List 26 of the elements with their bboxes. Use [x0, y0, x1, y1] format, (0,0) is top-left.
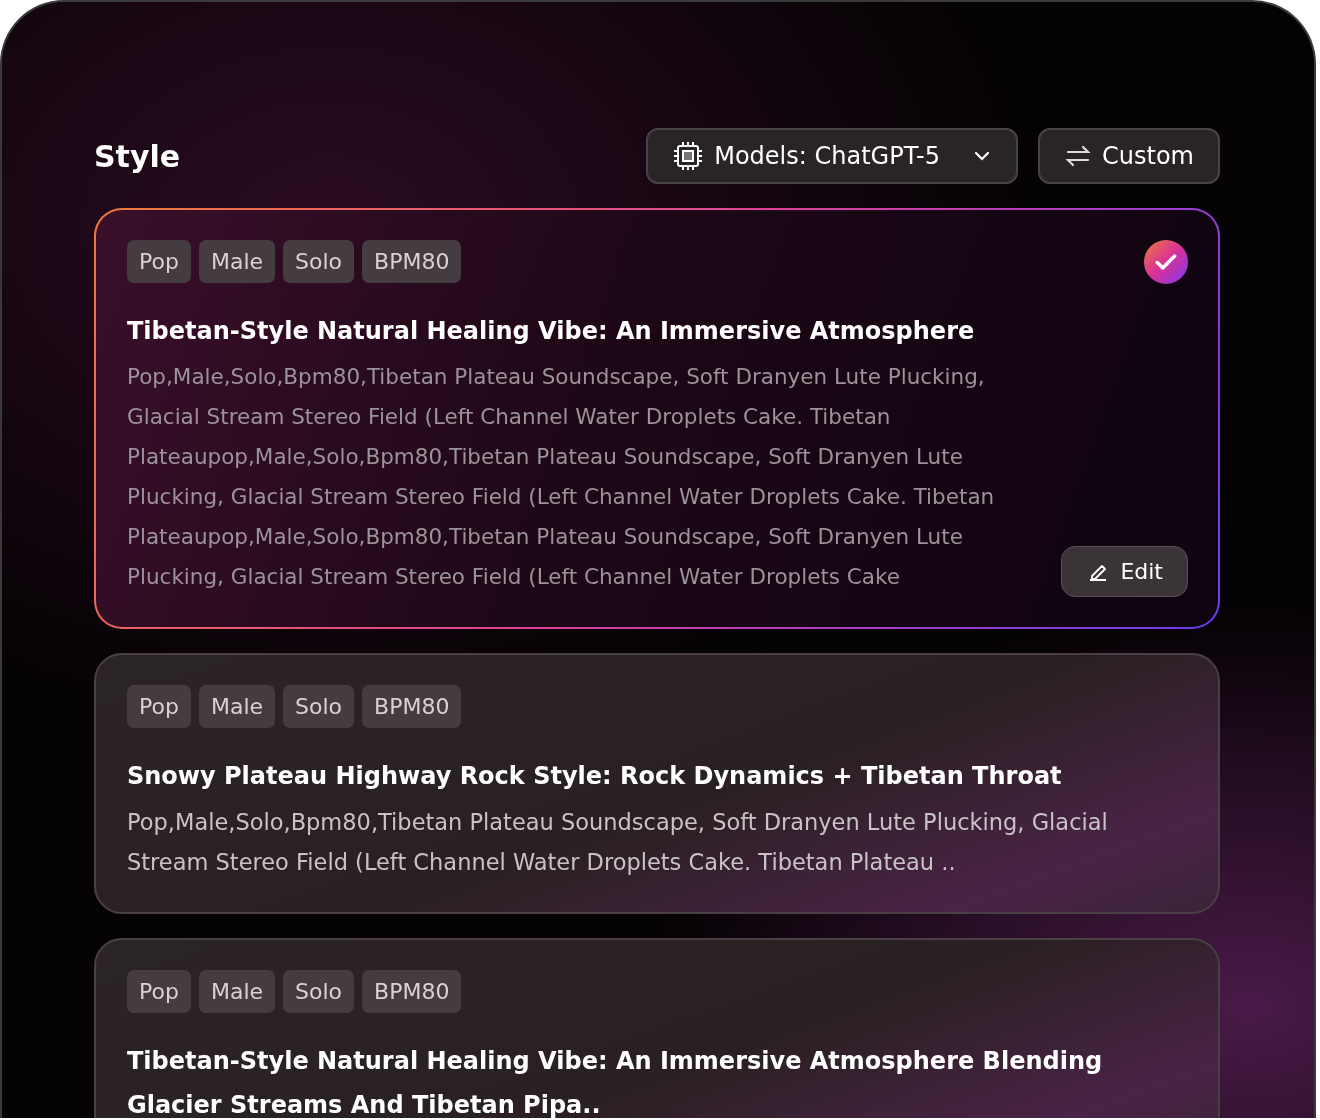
card-border[interactable] [94, 653, 1220, 914]
tag-chip: Solo [283, 970, 355, 1013]
card-border[interactable]: Pop Male Solo BPM80 Tibetan-Style Natural Healing Vibe: An Immersive Atmosphere Blending Glacier Streams And Tibetan Pipa.. [94, 938, 1220, 1118]
tag-chip: Pop [127, 970, 191, 1013]
tag-chip: Male [198, 685, 276, 728]
card-title: Tibetan-Style Natural Healing Vibe: An Immersive Atmosphere Blending Glacier Streams And Tibetan Pipa.. [127, 1046, 1104, 1118]
check-icon [1144, 240, 1188, 284]
tag-chip: BPM80 [362, 970, 462, 1013]
card-title: Tibetan-Style Natural Healing Vibe: An Immersive Atmosphere [127, 316, 976, 347]
card-title: Snowy Plateau Highway Rock Style: Rock Dynamics + Tibetan Throat [127, 761, 1063, 792]
tag-chip: Pop [127, 685, 191, 728]
model-dropdown[interactable]: Models: ChatGPT-5 [646, 128, 1019, 184]
tag-chip: BPM80 [362, 685, 462, 728]
tag-chip: BPM80 [362, 240, 462, 283]
card-description: Pop,Male,Solo,Bpm80,Tibetan Plateau Soundscape, Soft Dranyen Lute Plucking, Glacial Stream Stereo Field (Left Channel Water Droplets Cake. Tibetan Plateau .. [127, 808, 1109, 877]
card-description: Pop,Male,Solo,Bpm80,Tibetan Plateau Soundscape, Soft Dranyen Lute Plucking, Glacial Stream Stereo Field (Left Channel Water Droplets Cake. Tibetan Plateaupop,Male,Solo,Bpm80,Tibetan Plateau Soundscape, Soft Dranyen Lute Plucking, Glacial Stream Stereo Field (Left Channel Water Droplets Cake. Tibetan Plateaupop,Male,Solo,Bpm80,Tibetan Plateau Soundscape, Soft Dranyen Lute Plucking, Glacial Stream Stereo Field (Left Channel Water Droplets Cake [127, 363, 996, 591]
section-title: Style [94, 138, 182, 174]
chip-icon [672, 140, 705, 172]
card-border[interactable] [94, 208, 1220, 629]
tag-chip: Solo [283, 240, 355, 283]
custom-button[interactable]: Custom [1038, 128, 1220, 184]
tag-chip: Male [198, 970, 276, 1013]
tag-chip: Pop [127, 240, 191, 283]
edit-button[interactable]: Edit [1061, 546, 1188, 597]
tag-chip: Solo [283, 685, 355, 728]
tag-chip: Male [198, 240, 276, 283]
